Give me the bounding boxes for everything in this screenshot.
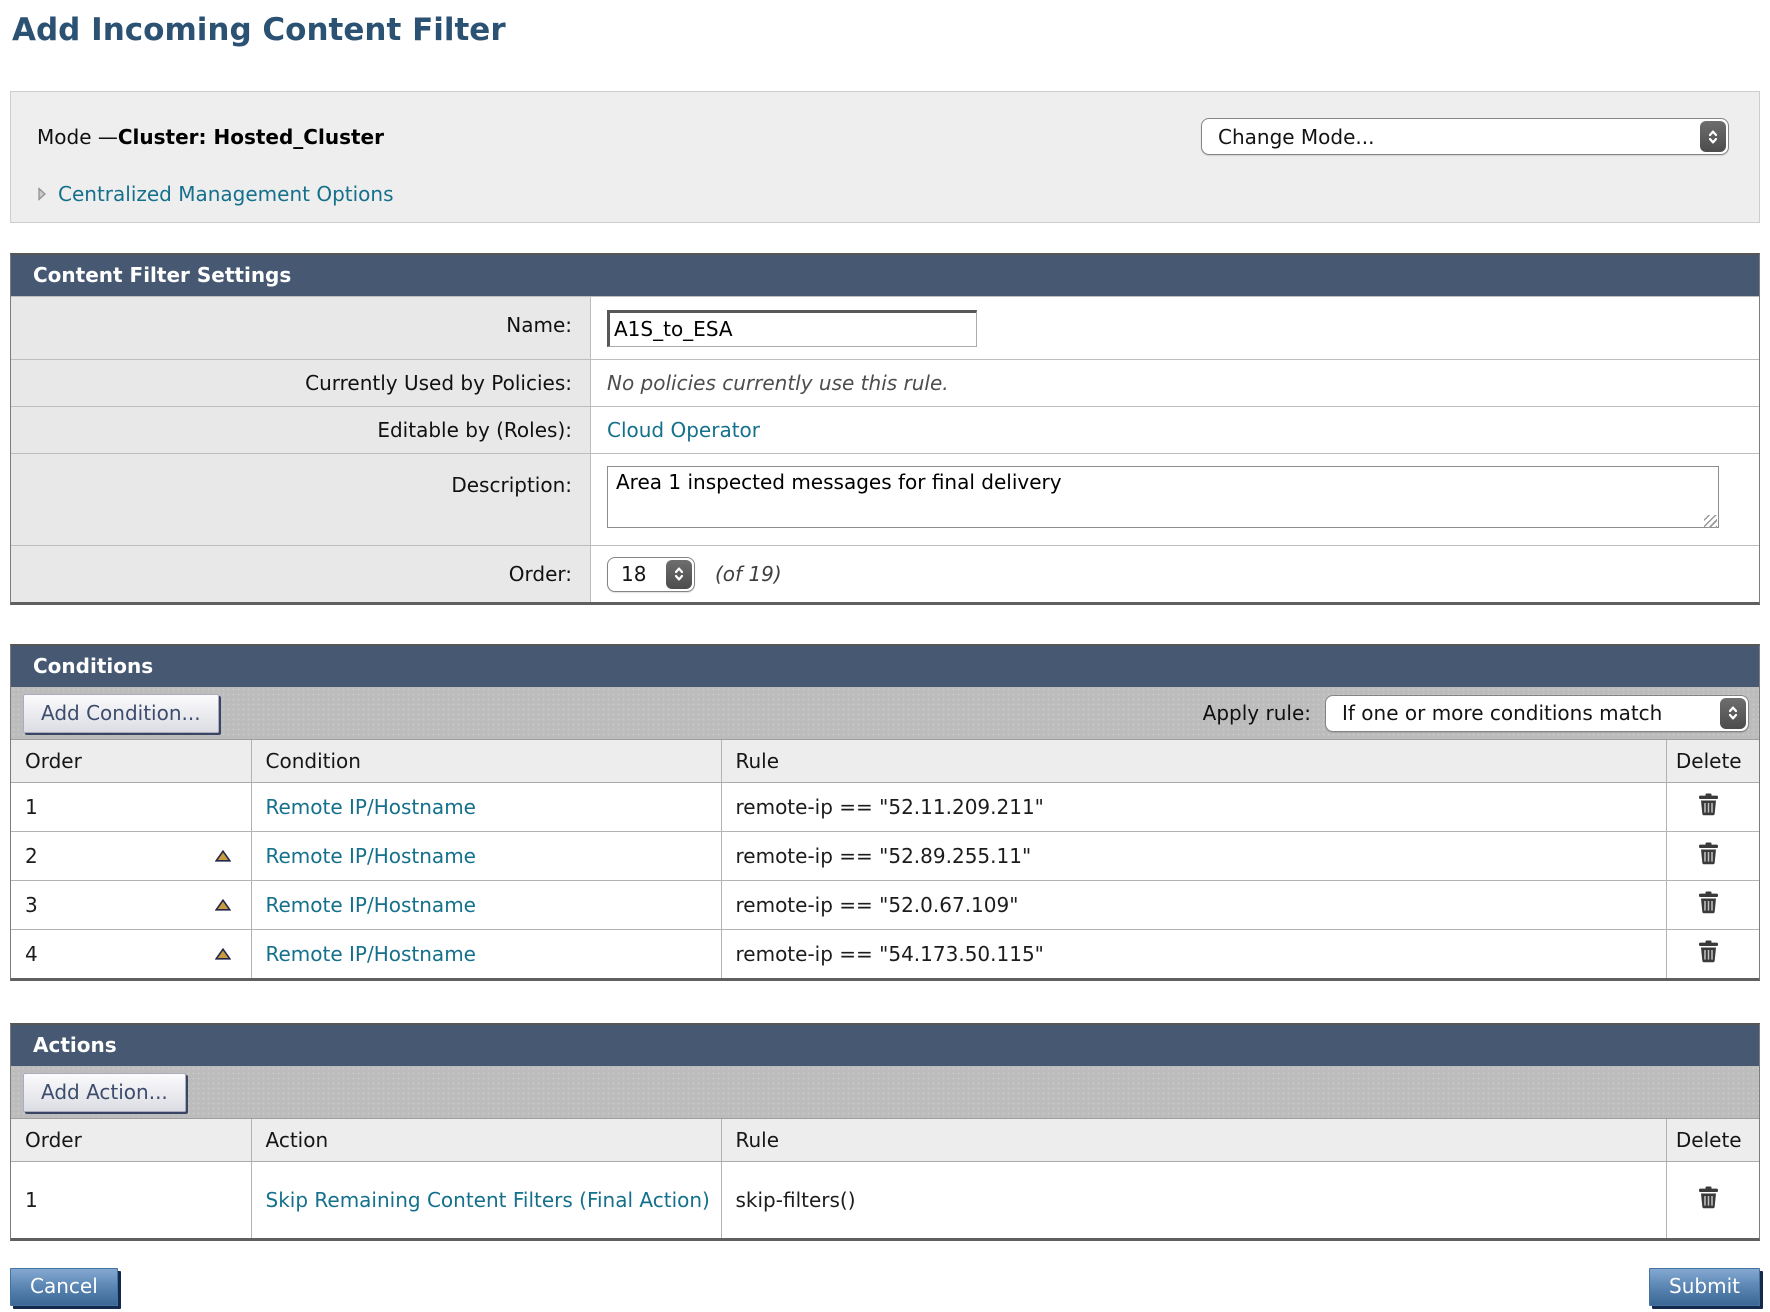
actions-col-delete: Delete <box>1666 1119 1759 1162</box>
delete-condition-button[interactable] <box>1698 891 1719 914</box>
chevron-updown-icon <box>1700 121 1726 152</box>
centralized-management-options-link[interactable]: Centralized Management Options <box>58 182 394 206</box>
conditions-col-rule: Rule <box>721 740 1666 783</box>
mode-label: Mode — <box>37 125 118 149</box>
condition-row: 4 Remote IP/Hostname remote-ip == "54.17… <box>11 930 1759 979</box>
conditions-table: Order Condition Rule Delete 1 Remote IP/… <box>11 740 1759 978</box>
actions-col-order: Order <box>11 1119 251 1162</box>
condition-rule: remote-ip == "54.173.50.115" <box>721 930 1666 979</box>
conditions-panel-title: Conditions <box>11 646 1759 687</box>
delete-condition-button[interactable] <box>1698 793 1719 816</box>
trash-icon <box>1698 1197 1719 1212</box>
order-select-value: 18 <box>608 562 646 586</box>
trash-icon <box>1698 951 1719 966</box>
condition-link[interactable]: Remote IP/Hostname <box>266 795 476 819</box>
trash-icon <box>1698 902 1719 917</box>
order-label: Order: <box>11 546 591 602</box>
policies-value: No policies currently use this rule. <box>607 371 949 395</box>
delete-action-button[interactable] <box>1698 1186 1719 1209</box>
policies-label: Currently Used by Policies: <box>11 360 591 406</box>
delete-condition-button[interactable] <box>1698 842 1719 865</box>
roles-value-link[interactable]: Cloud Operator <box>607 418 760 442</box>
move-up-button[interactable] <box>215 948 231 960</box>
triangle-up-icon <box>215 899 231 914</box>
conditions-col-delete: Delete <box>1666 740 1759 783</box>
condition-rule: remote-ip == "52.89.255.11" <box>721 832 1666 881</box>
actions-col-rule: Rule <box>721 1119 1666 1162</box>
content-filter-settings-panel: Content Filter Settings Name: Currently … <box>10 253 1760 605</box>
actions-col-action: Action <box>251 1119 721 1162</box>
roles-label: Editable by (Roles): <box>11 407 591 453</box>
change-mode-select-value: Change Mode... <box>1202 125 1375 149</box>
move-up-button[interactable] <box>215 899 231 911</box>
move-up-button[interactable] <box>215 850 231 862</box>
add-action-button[interactable]: Add Action... <box>23 1073 186 1112</box>
mode-panel: Mode —Cluster: Hosted_Cluster Change Mod… <box>10 91 1760 223</box>
apply-rule-select-value: If one or more conditions match <box>1326 701 1662 725</box>
settings-panel-title: Content Filter Settings <box>11 255 1759 296</box>
apply-rule-label: Apply rule: <box>1203 701 1311 725</box>
page-title: Add Incoming Content Filter <box>12 12 1760 48</box>
triangle-up-icon <box>215 948 231 963</box>
change-mode-select[interactable]: Change Mode... <box>1201 118 1729 155</box>
condition-order: 4 <box>25 942 38 966</box>
name-input[interactable] <box>607 310 977 347</box>
condition-row: 1 Remote IP/Hostname remote-ip == "52.11… <box>11 783 1759 832</box>
condition-row: 2 Remote IP/Hostname remote-ip == "52.89… <box>11 832 1759 881</box>
condition-order: 2 <box>25 844 38 868</box>
description-label: Description: <box>11 454 591 545</box>
order-total-note: (of 19) <box>715 562 782 586</box>
conditions-panel: Conditions Add Condition... Apply rule: … <box>10 644 1760 981</box>
condition-rule: remote-ip == "52.11.209.211" <box>721 783 1666 832</box>
chevron-updown-icon <box>666 560 692 589</box>
description-textarea[interactable]: Area 1 inspected messages for final deli… <box>607 466 1719 528</box>
condition-link[interactable]: Remote IP/Hostname <box>266 893 476 917</box>
disclosure-triangle-icon <box>37 187 47 201</box>
order-select[interactable]: 18 <box>607 557 695 592</box>
apply-rule-select[interactable]: If one or more conditions match <box>1325 695 1749 732</box>
triangle-up-icon <box>215 850 231 865</box>
actions-panel-title: Actions <box>11 1025 1759 1066</box>
add-condition-button[interactable]: Add Condition... <box>23 694 219 733</box>
action-rule: skip-filters() <box>721 1162 1666 1238</box>
condition-order: 3 <box>25 893 38 917</box>
condition-rule: remote-ip == "52.0.67.109" <box>721 881 1666 930</box>
submit-button[interactable]: Submit <box>1649 1268 1760 1306</box>
mode-text: Mode —Cluster: Hosted_Cluster <box>37 125 384 149</box>
condition-row: 3 Remote IP/Hostname remote-ip == "52.0.… <box>11 881 1759 930</box>
action-order: 1 <box>25 1188 38 1212</box>
conditions-col-condition: Condition <box>251 740 721 783</box>
name-label: Name: <box>11 297 591 359</box>
actions-panel: Actions Add Action... Order Action Rule … <box>10 1023 1760 1241</box>
cancel-button[interactable]: Cancel <box>10 1268 118 1306</box>
condition-order: 1 <box>25 795 38 819</box>
condition-link[interactable]: Remote IP/Hostname <box>266 844 476 868</box>
mode-value: Cluster: Hosted_Cluster <box>118 125 384 149</box>
actions-table: Order Action Rule Delete 1 Skip Remainin… <box>11 1119 1759 1238</box>
trash-icon <box>1698 853 1719 868</box>
condition-link[interactable]: Remote IP/Hostname <box>266 942 476 966</box>
action-row: 1 Skip Remaining Content Filters (Final … <box>11 1162 1759 1238</box>
chevron-updown-icon <box>1720 698 1746 729</box>
delete-condition-button[interactable] <box>1698 940 1719 963</box>
conditions-col-order: Order <box>11 740 251 783</box>
action-link[interactable]: Skip Remaining Content Filters (Final Ac… <box>266 1188 710 1212</box>
trash-icon <box>1698 804 1719 819</box>
